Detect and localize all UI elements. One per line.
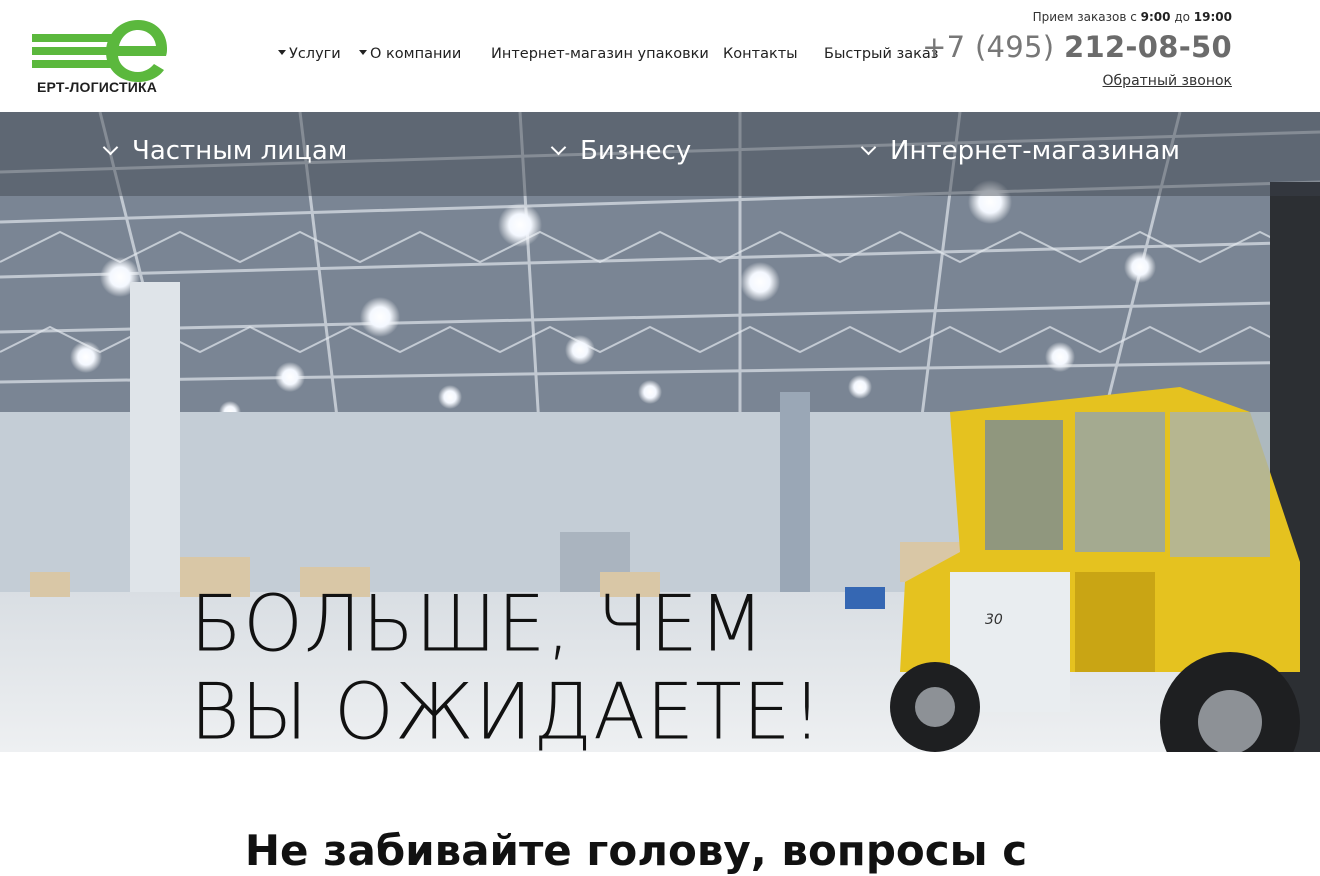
hours-to: 19:00 — [1193, 10, 1232, 24]
segment-label: Интернет-магазинам — [890, 136, 1181, 166]
hours-prefix: Прием заказов с — [1032, 10, 1137, 24]
hero-title: БОЛЬШЕ, ЧЕМ ВЫ ОЖИДАЕТЕ! — [190, 580, 823, 752]
caret-down-icon — [359, 49, 367, 55]
section-heading: Не забивайте голову, вопросы с — [244, 826, 1028, 875]
hero-title-line-1: БОЛЬШЕ, ЧЕМ — [190, 578, 766, 670]
hero-banner: 30 Частным лицам Бизнесу Интернет-магази… — [0, 112, 1320, 752]
forklift-badge: 30 — [985, 612, 1003, 628]
segment-private[interactable]: Частным лицам — [102, 136, 348, 166]
nav-label: Услуги — [289, 46, 341, 62]
hours-from: 9:00 — [1140, 10, 1171, 24]
segment-business[interactable]: Бизнесу — [550, 136, 692, 166]
segment-label: Частным лицам — [132, 136, 348, 166]
callback-link[interactable]: Обратный звонок — [1103, 73, 1232, 89]
nav-item-packaging-shop[interactable]: Интернет-магазин упаковки — [491, 46, 709, 62]
site-header: ЕРТ-ЛОГИСТИКА Услуги О компании Интернет… — [0, 0, 1320, 112]
hero-title-line-2: ВЫ ОЖИДАЕТЕ! — [190, 665, 824, 752]
segment-online-shops[interactable]: Интернет-магазинам — [860, 136, 1181, 166]
phone-code: +7 (495) — [922, 30, 1055, 64]
chevron-down-icon — [860, 139, 877, 156]
nav-item-contacts[interactable]: Контакты — [723, 46, 798, 62]
order-hours: Прием заказов с 9:00 до 19:00 — [1033, 10, 1232, 24]
nav-item-services[interactable]: Услуги — [278, 46, 341, 62]
phone-digits: 212-08-50 — [1063, 30, 1232, 64]
caret-down-icon — [278, 49, 286, 55]
nav-label: О компании — [370, 46, 462, 62]
brand-name: ЕРТ-ЛОГИСТИКА — [37, 79, 158, 95]
nav-item-about[interactable]: О компании — [359, 46, 461, 62]
chevron-down-icon — [550, 139, 567, 156]
chevron-down-icon — [102, 139, 119, 156]
hours-mid: до — [1174, 10, 1190, 24]
phone-number[interactable]: +7 (495) 212-08-50 — [922, 30, 1232, 64]
segment-label: Бизнесу — [580, 136, 692, 166]
